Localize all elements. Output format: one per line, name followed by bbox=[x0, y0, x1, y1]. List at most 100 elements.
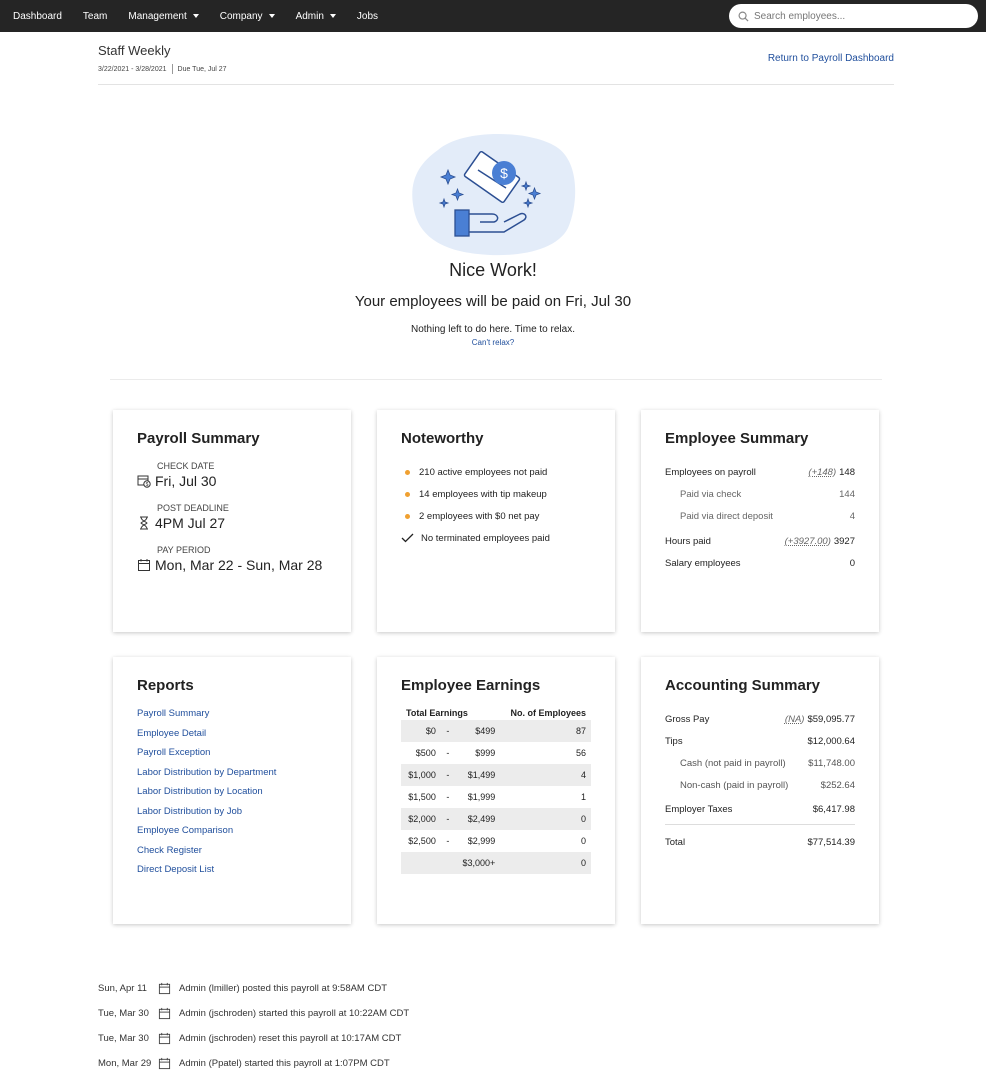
row-label: Employees on payroll bbox=[665, 466, 756, 478]
divider bbox=[171, 64, 173, 74]
bullet-dot-icon bbox=[405, 469, 410, 475]
employee-summary-card: Employee Summary Employees on payroll (+… bbox=[641, 410, 879, 632]
row-label: Gross Pay bbox=[665, 713, 710, 725]
report-link-direct-deposit-list[interactable]: Direct Deposit List bbox=[137, 864, 327, 884]
page-header: Staff Weekly 3/22/2021 - 3/28/2021 Due T… bbox=[98, 43, 894, 85]
range-sep: - bbox=[446, 792, 450, 802]
row-label: Tips bbox=[665, 735, 683, 747]
relax-message: Nothing left to do here. Time to relax. bbox=[411, 324, 575, 335]
activity-date: Tue, Mar 30 bbox=[98, 1008, 149, 1019]
nav-team[interactable]: Team bbox=[83, 11, 107, 22]
calendar-icon bbox=[158, 1057, 171, 1070]
caret-down-icon bbox=[329, 14, 336, 18]
report-link-labor-by-department[interactable]: Labor Distribution by Department bbox=[137, 767, 327, 787]
nav-management[interactable]: Management bbox=[128, 11, 199, 22]
employer-taxes-row: Employer Taxes $6,417.98 bbox=[665, 798, 855, 820]
table-row: $0- $499 87 bbox=[401, 720, 591, 742]
row-value: (+3927.00) 3927 bbox=[785, 536, 855, 547]
activity-text: Admin (jschroden) reset this payroll at … bbox=[179, 1033, 402, 1044]
list-item: Tue, Mar 30 Admin (jschroden) reset this… bbox=[98, 1026, 409, 1051]
range-from: $2,000 bbox=[401, 808, 441, 830]
tips-row: Tips $12,000.64 bbox=[665, 730, 855, 752]
value: $59,095.77 bbox=[807, 713, 855, 725]
search-icon bbox=[738, 11, 749, 22]
range-to: $499 bbox=[454, 720, 501, 742]
search-box[interactable] bbox=[729, 4, 978, 28]
nav-jobs[interactable]: Jobs bbox=[357, 11, 378, 22]
range-to: $2,999 bbox=[467, 836, 496, 846]
row-value: 0 bbox=[849, 557, 855, 569]
range-to: $3,000+ bbox=[454, 852, 501, 874]
list-item: 2 employees with $0 net pay bbox=[401, 505, 591, 527]
activity-date: Sun, Apr 11 bbox=[98, 983, 147, 994]
row-label: Non-cash (paid in payroll) bbox=[680, 779, 789, 791]
report-link-employee-comparison[interactable]: Employee Comparison bbox=[137, 825, 327, 845]
return-to-dashboard-link[interactable]: Return to Payroll Dashboard bbox=[768, 53, 894, 64]
value: 3927 bbox=[833, 535, 855, 547]
nav-dashboard[interactable]: Dashboard bbox=[13, 11, 62, 22]
employee-count: 0 bbox=[580, 836, 586, 846]
employee-count: 0 bbox=[500, 852, 591, 874]
post-deadline-value: 4PM Jul 27 bbox=[155, 515, 226, 531]
noncash-tips-row: Non-cash (paid in payroll) $252.64 bbox=[665, 774, 855, 796]
column-header-total-earnings: Total Earnings bbox=[406, 708, 468, 718]
calendar-icon bbox=[138, 559, 150, 571]
list-item: 14 employees with tip makeup bbox=[401, 483, 591, 505]
report-link-employee-detail[interactable]: Employee Detail bbox=[137, 728, 327, 748]
list-item: Tue, Mar 30 Admin (jschroden) started th… bbox=[98, 1001, 409, 1026]
due-date: Due Tue, Jul 27 bbox=[177, 65, 227, 73]
list-item: No terminated employees paid bbox=[401, 527, 591, 549]
report-link-check-register[interactable]: Check Register bbox=[137, 845, 327, 865]
post-deadline: 4PM Jul 27 bbox=[137, 515, 327, 531]
report-link-labor-by-job[interactable]: Labor Distribution by Job bbox=[137, 806, 327, 826]
total-row: Total $77,514.39 bbox=[665, 831, 855, 853]
nav-company[interactable]: Company bbox=[220, 11, 275, 22]
noteworthy-item-text: 14 employees with tip makeup bbox=[419, 488, 547, 500]
check-date: $ Fri, Jul 30 bbox=[137, 473, 327, 489]
range-from: $0 bbox=[401, 720, 441, 742]
pay-period-label: PAY PERIOD bbox=[157, 545, 211, 555]
gross-pay-row: Gross Pay (NA) $59,095.77 bbox=[665, 708, 855, 730]
noteworthy-title: Noteworthy bbox=[401, 430, 484, 447]
caret-down-icon bbox=[192, 14, 199, 18]
list-item: 210 active employees not paid bbox=[401, 461, 591, 483]
nav-jobs-label: Jobs bbox=[356, 10, 379, 22]
range-to: $2,499 bbox=[454, 808, 501, 830]
range-sep: - bbox=[446, 748, 450, 758]
activity-log: Sun, Apr 11 Admin (lmiller) posted this … bbox=[98, 976, 409, 1076]
report-link-payroll-summary[interactable]: Payroll Summary bbox=[137, 708, 327, 728]
range-sep: - bbox=[440, 764, 455, 786]
paid-via-direct-deposit-row: Paid via direct deposit 4 bbox=[665, 505, 855, 527]
search-input[interactable] bbox=[754, 10, 964, 22]
range-from: $1,000 bbox=[401, 764, 441, 786]
value: 148 bbox=[839, 466, 855, 478]
activity-text: Admin (Ppatel) started this payroll at 1… bbox=[179, 1058, 390, 1069]
table-row: $500- $999 56 bbox=[401, 742, 591, 764]
nav-admin-label: Admin bbox=[295, 10, 324, 22]
range-from bbox=[401, 852, 441, 874]
employee-earnings-card: Employee Earnings Total Earnings No. of … bbox=[377, 657, 615, 924]
post-deadline-label: POST DEADLINE bbox=[157, 503, 229, 513]
caret-down-icon bbox=[268, 14, 275, 18]
range-to: $1,999 bbox=[467, 792, 496, 802]
noteworthy-card: Noteworthy 210 active employees not paid… bbox=[377, 410, 615, 632]
hand-money-illustration: $ bbox=[412, 134, 576, 256]
row-label: Salary employees bbox=[665, 557, 741, 569]
reports-title: Reports bbox=[137, 677, 194, 694]
row-value: 144 bbox=[839, 488, 855, 500]
pay-period-value: Mon, Mar 22 - Sun, Mar 28 bbox=[155, 557, 323, 573]
report-link-labor-by-location[interactable]: Labor Distribution by Location bbox=[137, 786, 327, 806]
report-link-payroll-exception[interactable]: Payroll Exception bbox=[137, 747, 327, 767]
employee-count: 87 bbox=[500, 720, 591, 742]
row-value: (+148) 148 bbox=[808, 467, 855, 478]
svg-text:$: $ bbox=[146, 482, 149, 488]
pay-date-message: Your employees will be paid on Fri, Jul … bbox=[354, 293, 632, 310]
nav-admin[interactable]: Admin bbox=[296, 11, 336, 22]
noteworthy-item-text: 210 active employees not paid bbox=[419, 466, 548, 478]
range-sep: - bbox=[446, 836, 450, 846]
svg-text:$: $ bbox=[500, 165, 508, 181]
table-row: $2,000- $2,499 0 bbox=[401, 808, 591, 830]
hourglass-icon bbox=[140, 516, 148, 530]
range-to: $999 bbox=[475, 748, 496, 758]
cant-relax-link[interactable]: Can't relax? bbox=[472, 338, 514, 347]
